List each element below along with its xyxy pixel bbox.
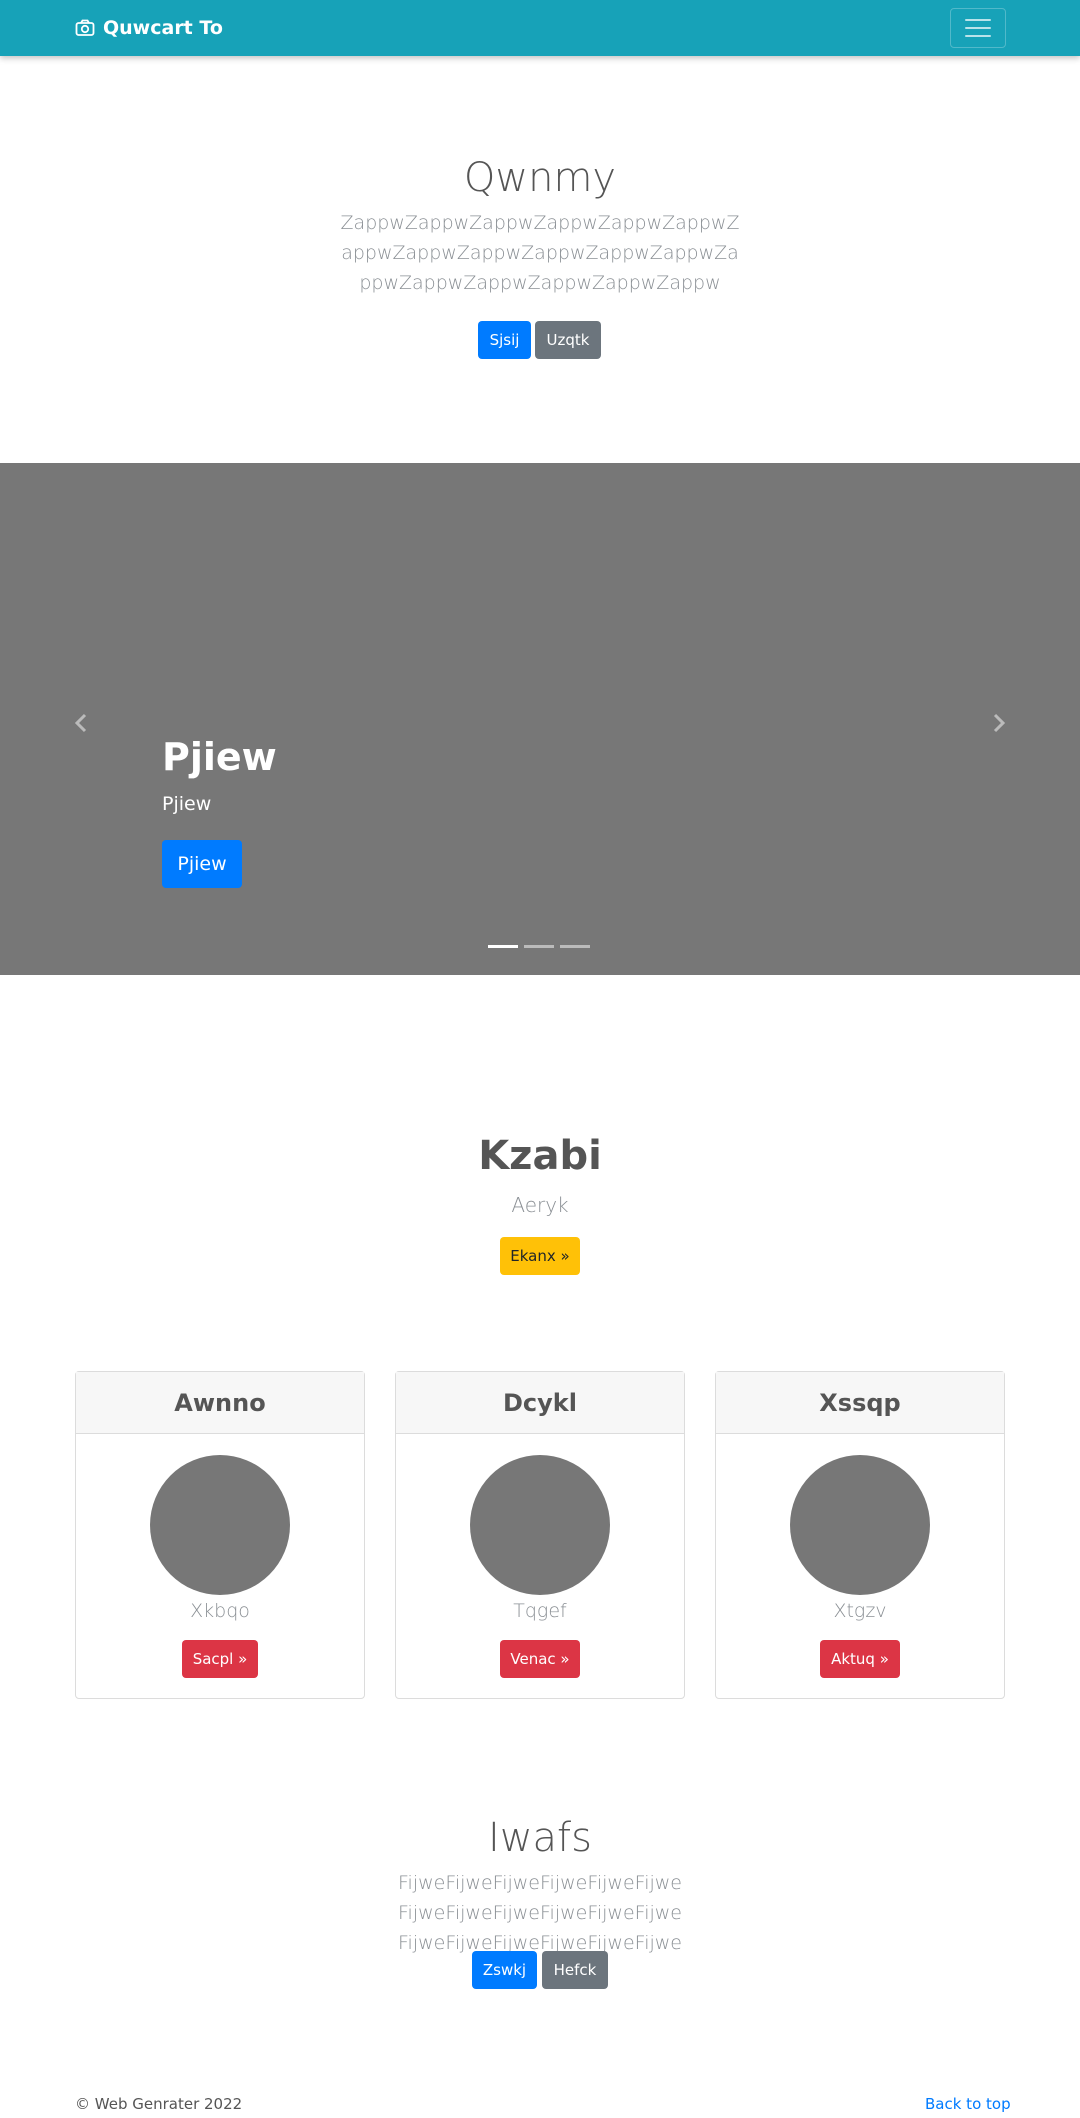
carousel-next-button[interactable] — [984, 703, 1014, 743]
carousel: Pjiew Pjiew Pjiew — [0, 463, 1080, 975]
navbar: Quwcart To — [0, 0, 1080, 56]
card-button[interactable]: Venac » — [500, 1640, 580, 1678]
bottom-secondary-button[interactable]: Hefck — [542, 1951, 608, 1989]
back-to-top-link[interactable]: Back to top — [925, 2095, 1011, 2113]
card-label: Xkbqo — [190, 1600, 250, 1622]
card: Xssqp Xtgzv Aktuq » — [715, 1371, 1005, 1699]
carousel-indicator[interactable] — [560, 945, 590, 948]
footer-copyright: © Web Genrater 2022 — [75, 2095, 243, 2113]
card-label: Tqgef — [513, 1600, 567, 1622]
card-title: Xssqp — [716, 1372, 1004, 1434]
brand-label: Quwcart To — [103, 17, 223, 39]
hero-secondary-button[interactable]: Uzqtk — [535, 321, 601, 359]
card-image-placeholder — [790, 1455, 930, 1595]
navbar-brand[interactable]: Quwcart To — [75, 14, 223, 42]
hero-text: ZappwZappwZappwZappwZappwZappwZappwZappw… — [340, 212, 740, 294]
section-title: Kzabi — [478, 1133, 602, 1179]
hero-title: Qwnmy — [463, 155, 617, 201]
card-label: Xtgzv — [833, 1600, 887, 1622]
carousel-caption-button[interactable]: Pjiew — [162, 840, 242, 888]
bottom-primary-button[interactable]: Zswkj — [472, 1951, 537, 1989]
chevron-left-icon — [74, 713, 87, 733]
carousel-caption-title: Pjiew — [162, 735, 277, 779]
carousel-prev-button[interactable] — [66, 703, 96, 743]
carousel-indicator[interactable] — [524, 945, 554, 948]
card: Dcykl Tqgef Venac » — [395, 1371, 685, 1699]
card-button[interactable]: Aktuq » — [820, 1640, 900, 1678]
chevron-right-icon — [993, 713, 1006, 733]
bottom-title: Iwafs — [488, 1815, 592, 1861]
bottom-text: FijweFijweFijweFijweFijweFijwe FijweFijw… — [398, 1872, 682, 1954]
card-title: Awnno — [76, 1372, 364, 1434]
carousel-indicator[interactable] — [488, 945, 518, 948]
card: Awnno Xkbqo Sacpl » — [75, 1371, 365, 1699]
camera-icon — [75, 19, 95, 36]
card-image-placeholder — [150, 1455, 290, 1595]
section-subtitle: Aeryk — [511, 1193, 569, 1217]
hamburger-icon — [965, 19, 991, 21]
card-title: Dcykl — [396, 1372, 684, 1434]
carousel-indicators — [488, 945, 590, 948]
carousel-caption-text: Pjiew — [162, 793, 212, 815]
card-image-placeholder — [470, 1455, 610, 1595]
hero-primary-button[interactable]: Sjsij — [478, 321, 531, 359]
card-button[interactable]: Sacpl » — [182, 1640, 258, 1678]
section-button[interactable]: Ekanx » — [500, 1237, 580, 1275]
navbar-toggler-button[interactable] — [950, 8, 1006, 48]
